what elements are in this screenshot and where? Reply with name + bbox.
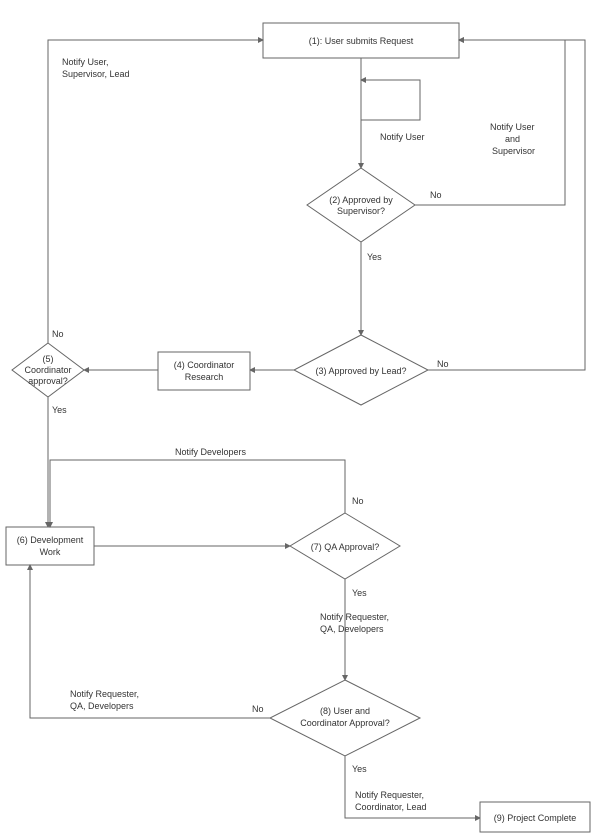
node-dev-work-label1: (6) Development [17,535,84,545]
label-no-2: No [430,190,442,200]
label-no-5: No [52,329,64,339]
label-notify-rqd-2: QA, Developers [320,624,384,634]
label-notify-rcl-2: Coordinator, Lead [355,802,427,812]
node-qa-approval-label: (7) QA Approval? [311,542,380,552]
node-development-work [6,527,94,565]
label-yes-2: Yes [367,252,382,262]
flowchart: (1): User submits Request Notify User (2… [0,0,601,839]
node-approved-supervisor-label2: Supervisor? [337,206,385,216]
node-coord-approval-label3: approval? [28,376,68,386]
node-approved-supervisor [307,168,415,242]
label-notify-rqd2-1: Notify Requester, [70,689,139,699]
node-approved-lead-label: (3) Approved by Lead? [315,366,406,376]
node-coord-approval-label1: (5) [43,354,54,364]
label-notify-rcl-1: Notify Requester, [355,790,424,800]
label-notify-rqd2-2: QA, Developers [70,701,134,711]
label-no-3: No [437,359,449,369]
node-user-coord-label1: (8) User and [320,706,370,716]
label-notify-user-supervisor-2: and [505,134,520,144]
label-no-7: No [352,496,364,506]
node-user-coord-label2: Coordinator Approval? [300,718,390,728]
node-coordinator-research [158,352,250,390]
label-yes-8: Yes [352,764,367,774]
label-notify-user-supervisor-3: Supervisor [492,146,535,156]
node-coord-research-label2: Research [185,372,224,382]
node-coord-approval-label2: Coordinator [24,365,71,375]
label-notify-usl-2: Supervisor, Lead [62,69,130,79]
label-yes-5: Yes [52,405,67,415]
label-notify-usl-1: Notify User, [62,57,109,67]
node-approved-supervisor-label1: (2) Approved by [329,195,393,205]
node-project-complete-label: (9) Project Complete [494,813,577,823]
node-dev-work-label2: Work [40,547,61,557]
label-notify-user: Notify User [380,132,425,142]
label-no-8: No [252,704,264,714]
label-yes-7: Yes [352,588,367,598]
node-coord-research-label1: (4) Coordinator [174,360,235,370]
label-notify-user-supervisor-1: Notify User [490,122,535,132]
node-user-request-label: (1): User submits Request [309,36,414,46]
label-notify-rqd-1: Notify Requester, [320,612,389,622]
label-notify-developers: Notify Developers [175,447,247,457]
